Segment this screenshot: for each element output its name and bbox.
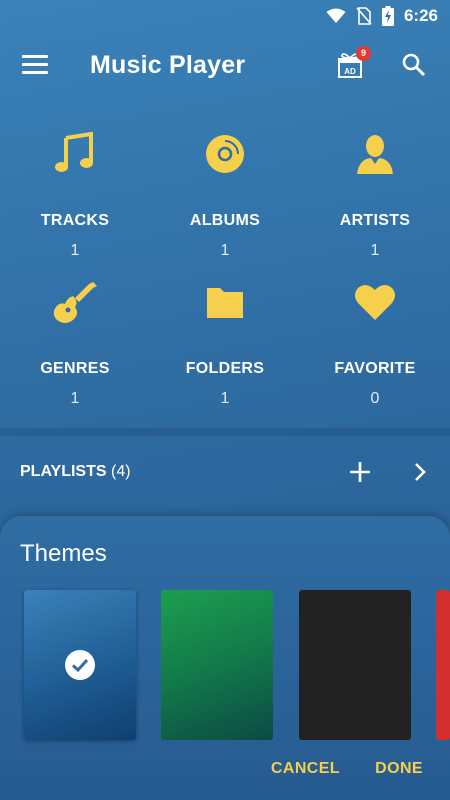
theme-swatch-blue[interactable] — [24, 590, 136, 740]
album-disc-icon — [206, 135, 244, 173]
menu-icon[interactable] — [22, 55, 48, 75]
folder-icon — [207, 288, 243, 318]
artist-person-icon — [357, 135, 393, 174]
wifi-icon — [326, 8, 346, 23]
playlists-label: PLAYLISTS — [20, 463, 107, 480]
category-label: ARTISTS — [339, 212, 411, 229]
guitar-icon — [53, 282, 97, 323]
category-tracks[interactable]: TRACKS 1 — [0, 132, 150, 260]
add-playlist-icon[interactable] — [348, 460, 372, 484]
check-circle-icon — [65, 650, 95, 680]
category-folders[interactable]: FOLDERS 1 — [150, 280, 300, 408]
theme-swatch-green[interactable] — [161, 590, 273, 740]
category-count: 1 — [70, 390, 80, 407]
category-label: TRACKS — [40, 212, 110, 229]
category-label: FOLDERS — [185, 360, 265, 377]
category-count: 1 — [370, 242, 380, 259]
notification-badge: 9 — [356, 46, 371, 61]
playlists-row[interactable]: PLAYLISTS (4) — [0, 436, 450, 508]
battery-charging-icon — [381, 6, 394, 26]
chevron-right-icon[interactable] — [410, 461, 430, 483]
status-time: 6:26 — [403, 6, 438, 25]
themes-title: Themes — [20, 540, 107, 567]
category-count: 0 — [370, 390, 380, 407]
section-divider — [0, 428, 450, 436]
category-label: FAVORITE — [334, 360, 416, 377]
category-label: ALBUMS — [189, 212, 261, 229]
theme-swatch-red[interactable] — [436, 590, 450, 740]
app-bar: Music Player AD 9 — [0, 32, 450, 98]
app-title: Music Player — [90, 51, 246, 79]
heart-icon — [355, 284, 395, 320]
no-sim-icon — [356, 7, 372, 25]
themes-sheet: Themes CANCEL DONE — [0, 516, 450, 800]
playlists-count: (4) — [111, 463, 131, 480]
category-artists[interactable]: ARTISTS 1 — [300, 132, 450, 260]
cancel-button[interactable]: CANCEL — [271, 760, 340, 778]
category-albums[interactable]: ALBUMS 1 — [150, 132, 300, 260]
category-count: 1 — [70, 242, 80, 259]
theme-swatch-black[interactable] — [299, 590, 411, 740]
search-icon[interactable] — [401, 52, 427, 78]
music-note-icon — [55, 132, 93, 172]
done-button[interactable]: DONE — [375, 760, 423, 778]
playlists-heading: PLAYLISTS (4) — [20, 463, 131, 481]
ad-label: AD — [344, 67, 356, 76]
category-favorite[interactable]: FAVORITE 0 — [300, 280, 450, 408]
category-count: 1 — [220, 242, 230, 259]
category-count: 1 — [220, 390, 230, 407]
category-genres[interactable]: GENRES 1 — [0, 280, 150, 408]
status-bar: 6:26 — [0, 0, 450, 32]
category-label: GENRES — [40, 360, 110, 377]
